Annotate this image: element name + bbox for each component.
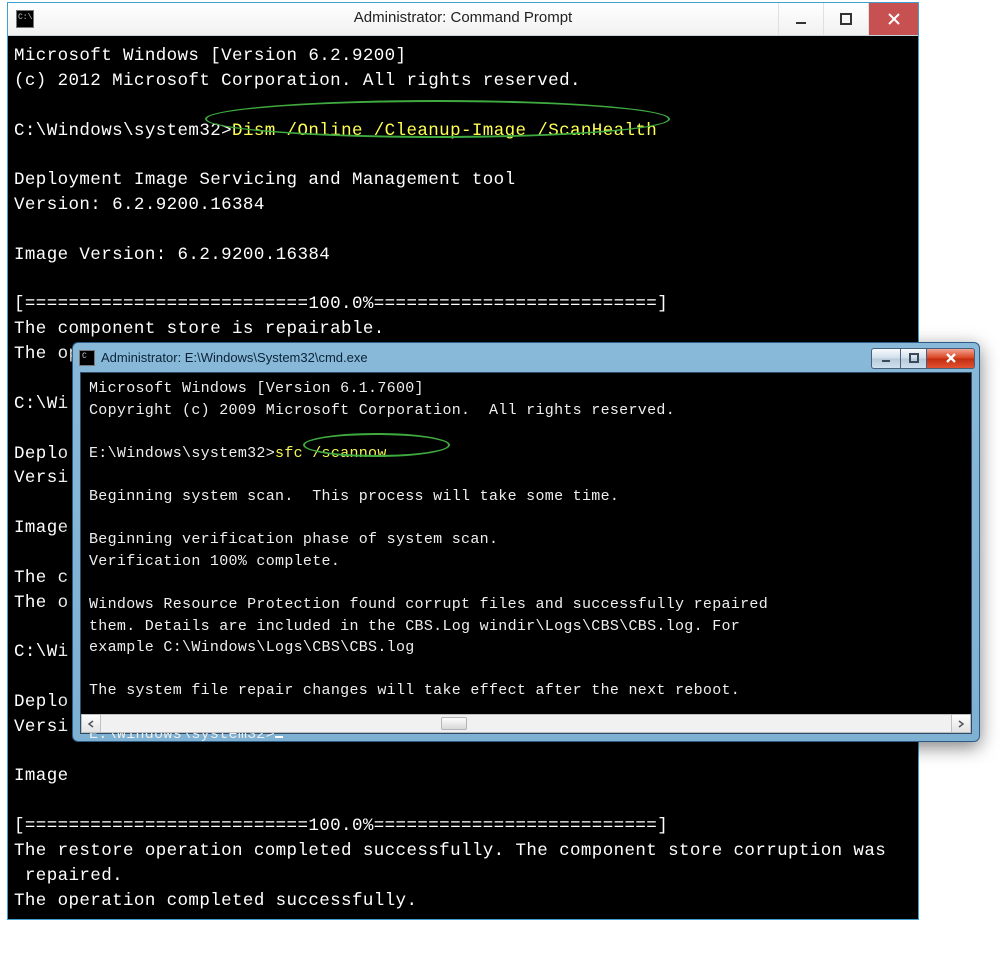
win8-window-title: Administrator: Command Prompt	[354, 9, 572, 26]
terminal-line-truncated: Deplo	[14, 692, 69, 712]
close-icon	[888, 13, 900, 25]
terminal-line-truncated: The c	[14, 568, 69, 588]
terminal-line: Copyright (c) 2009 Microsoft Corporation…	[89, 402, 675, 419]
terminal-line-truncated: Image	[14, 518, 69, 538]
maximize-icon	[909, 353, 919, 363]
close-button[interactable]	[927, 348, 975, 369]
terminal-line-truncated: C:\Wi	[14, 642, 69, 662]
terminal-line: Windows Resource Protection found corrup…	[89, 596, 768, 613]
progress-bar-text: [==========================100.0%=======…	[14, 294, 668, 314]
maximize-button[interactable]	[823, 3, 868, 35]
terminal-line: Microsoft Windows [Version 6.1.7600]	[89, 380, 424, 397]
maximize-button[interactable]	[900, 348, 927, 369]
terminal-prompt: E:\Windows\system32>	[89, 445, 275, 462]
horizontal-scrollbar[interactable]	[81, 714, 971, 733]
win7-titlebar[interactable]: Administrator: E:\Windows\System32\cmd.e…	[73, 343, 979, 372]
terminal-line-truncated: Deplo	[14, 444, 69, 464]
terminal-line: them. Details are included in the CBS.Lo…	[89, 618, 740, 635]
maximize-icon	[840, 13, 852, 25]
win7-terminal-body[interactable]: Microsoft Windows [Version 6.1.7600] Cop…	[80, 372, 972, 734]
minimize-icon	[881, 353, 891, 363]
minimize-button[interactable]	[778, 3, 823, 35]
scrollbar-track[interactable]	[101, 715, 951, 732]
terminal-line: Version: 6.2.9200.16384	[14, 195, 265, 215]
win8-titlebar[interactable]: Administrator: Command Prompt	[8, 3, 918, 36]
cmd-icon	[79, 350, 95, 366]
entered-command: sfc /scannow	[275, 445, 387, 462]
progress-bar-text: [==========================100.0%=======…	[14, 816, 668, 836]
minimize-icon	[795, 13, 807, 25]
chevron-left-icon	[87, 720, 95, 728]
terminal-line-truncated: The o	[14, 593, 69, 613]
terminal-line: Deployment Image Servicing and Managemen…	[14, 170, 515, 190]
terminal-line: Beginning system scan. This process will…	[89, 488, 619, 505]
terminal-line: The system file repair changes will take…	[89, 682, 740, 699]
terminal-line: (c) 2012 Microsoft Corporation. All righ…	[14, 71, 581, 91]
cursor	[275, 736, 283, 738]
terminal-line: The component store is repairable.	[14, 319, 385, 339]
command-prompt-window-win7: Administrator: E:\Windows\System32\cmd.e…	[72, 342, 980, 742]
scrollbar-thumb[interactable]	[441, 717, 467, 730]
terminal-line: Verification 100% complete.	[89, 553, 340, 570]
entered-command: Dism /Online /Cleanup-Image /ScanHealth	[232, 121, 657, 141]
terminal-line: Image Version: 6.2.9200.16384	[14, 245, 330, 265]
terminal-line-truncated: Versi	[14, 717, 69, 737]
win7-window-title: Administrator: E:\Windows\System32\cmd.e…	[101, 350, 368, 365]
minimize-button[interactable]	[871, 348, 900, 369]
terminal-line-truncated: C:\Wi	[14, 394, 69, 414]
terminal-line: Microsoft Windows [Version 6.2.9200]	[14, 46, 406, 66]
cmd-icon	[16, 10, 34, 28]
terminal-line: Beginning verification phase of system s…	[89, 531, 498, 548]
terminal-prompt: C:\Windows\system32>	[14, 940, 232, 960]
chevron-right-icon	[957, 720, 965, 728]
scroll-right-button[interactable]	[951, 715, 970, 732]
close-button[interactable]	[868, 3, 918, 35]
scroll-left-button[interactable]	[82, 715, 101, 732]
terminal-line-truncated: Image	[14, 766, 69, 786]
terminal-line: The restore operation completed successf…	[14, 841, 886, 861]
win8-window-controls	[778, 3, 918, 35]
terminal-line: repaired.	[14, 866, 123, 886]
terminal-prompt: C:\Windows\system32>	[14, 121, 232, 141]
win7-window-controls	[871, 347, 979, 369]
close-icon	[945, 352, 957, 364]
terminal-line: example C:\Windows\Logs\CBS\CBS.log	[89, 639, 415, 656]
terminal-line: The operation completed successfully.	[14, 891, 417, 911]
terminal-line-truncated: Versi	[14, 468, 69, 488]
